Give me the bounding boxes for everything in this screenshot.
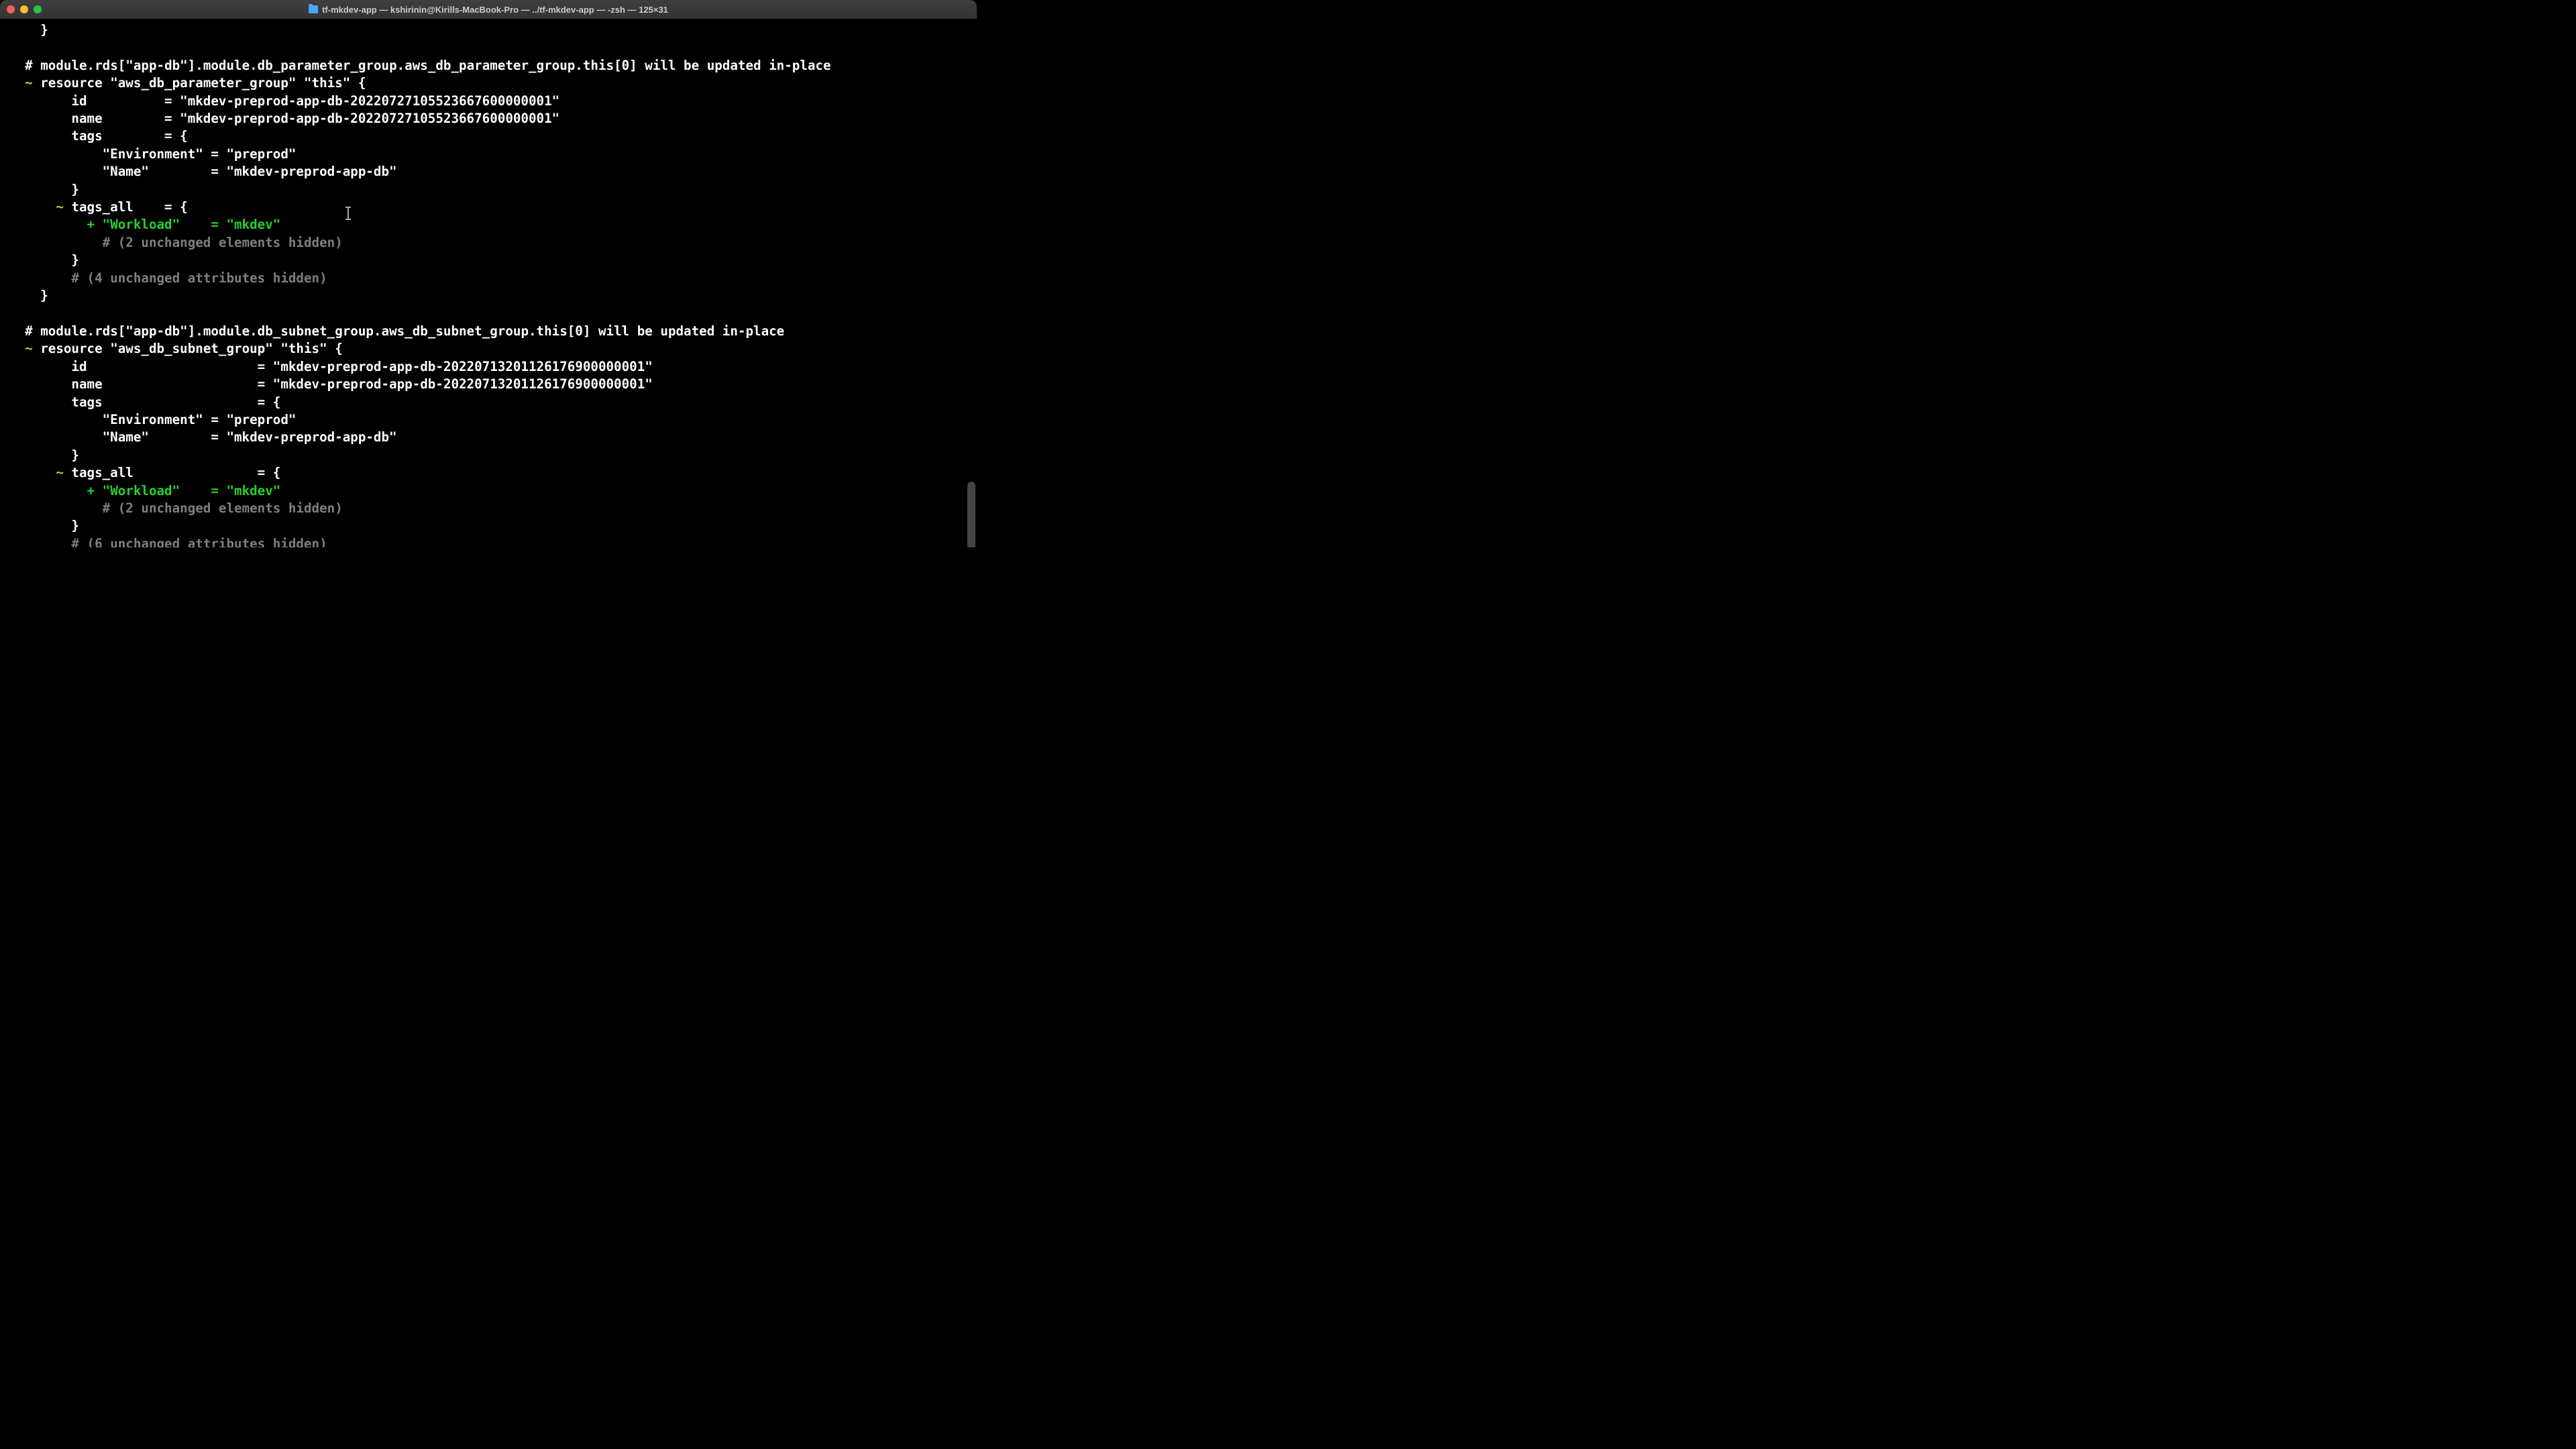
attr-tags: tags = { <box>0 394 977 411</box>
output-line <box>0 39 977 56</box>
resource-decl: ~ resource "aws_db_subnet_group" "this" … <box>0 340 977 358</box>
tags-all: ~ tags_all = { <box>0 199 977 216</box>
output-line: } <box>0 21 977 39</box>
tag-name: "Name" = "mkdev-preprod-app-db" <box>0 163 977 180</box>
tagsall-close: } <box>0 252 977 269</box>
tag-env: "Environment" = "preprod" <box>0 146 977 163</box>
workload-add: + "Workload" = "mkdev" <box>0 216 977 233</box>
hidden-note: # (2 unchanged elements hidden) <box>0 500 977 517</box>
title-text: tf-mkdev-app — kshirinin@Kirills-MacBook… <box>322 5 668 15</box>
terminal-window: tf-mkdev-app — kshirinin@Kirills-MacBook… <box>0 0 977 547</box>
tags-all: ~ tags_all = { <box>0 464 977 482</box>
titlebar[interactable]: tf-mkdev-app — kshirinin@Kirills-MacBook… <box>0 0 977 19</box>
scrollbar[interactable] <box>967 482 975 547</box>
output-line <box>0 305 977 323</box>
resource-decl: ~ resource "aws_db_parameter_group" "thi… <box>0 74 977 92</box>
res-close: } <box>0 287 977 305</box>
workload-add: + "Workload" = "mkdev" <box>0 482 977 500</box>
hidden-note: # (2 unchanged elements hidden) <box>0 234 977 252</box>
tag-name: "Name" = "mkdev-preprod-app-db" <box>0 429 977 446</box>
attr-name: name = "mkdev-preprod-app-db-20220713201… <box>0 376 977 393</box>
hidden-note: # (6 unchanged attributes hidden) <box>0 535 977 547</box>
window-controls <box>7 5 42 13</box>
tagsall-close: } <box>0 517 977 535</box>
folder-icon <box>309 5 318 13</box>
tag-env: "Environment" = "preprod" <box>0 411 977 429</box>
attr-tags: tags = { <box>0 127 977 145</box>
plan-header: # module.rds["app-db"].module.db_subnet_… <box>0 323 977 340</box>
window-title: tf-mkdev-app — kshirinin@Kirills-MacBook… <box>309 5 668 15</box>
close-icon[interactable] <box>7 5 15 13</box>
tags-close: } <box>0 181 977 199</box>
fullscreen-icon[interactable] <box>34 5 42 13</box>
attr-id: id = "mkdev-preprod-app-db-2022072710552… <box>0 93 977 110</box>
attr-name: name = "mkdev-preprod-app-db-20220727105… <box>0 110 977 127</box>
text-cursor-icon <box>347 207 349 220</box>
tags-close: } <box>0 447 977 464</box>
plan-header: # module.rds["app-db"].module.db_paramet… <box>0 57 977 74</box>
hidden-note: # (4 unchanged attributes hidden) <box>0 270 977 287</box>
attr-id: id = "mkdev-preprod-app-db-2022071320112… <box>0 358 977 376</box>
terminal-output[interactable]: } # module.rds["app-db"].module.db_param… <box>0 19 977 547</box>
minimize-icon[interactable] <box>20 5 28 13</box>
